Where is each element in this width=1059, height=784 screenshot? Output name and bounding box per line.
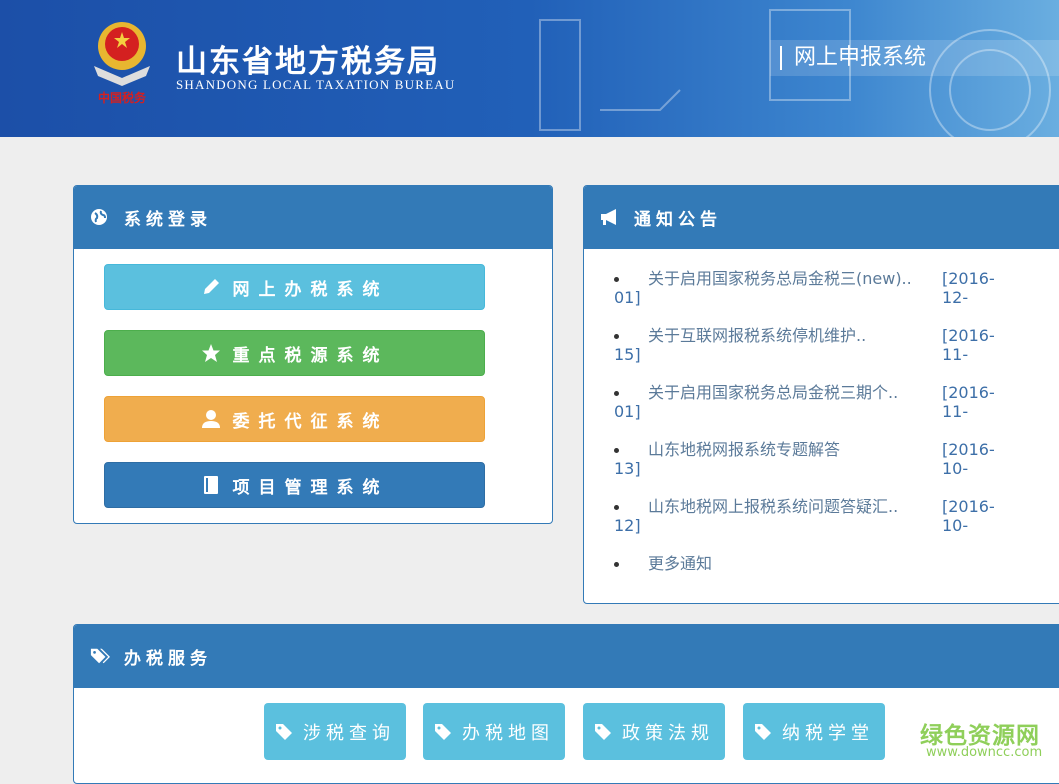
user-icon	[201, 409, 221, 429]
more-notices-link[interactable]: 更多通知	[648, 554, 712, 573]
notice-item[interactable]: 山东地税网报系统专题解答 [2016-10- 13]	[600, 440, 1020, 497]
notice-date-end: 01]	[614, 402, 641, 421]
button-label: 办税地图	[462, 722, 554, 744]
button-label: 项目管理系统	[232, 477, 389, 498]
notices-panel: 通知公告 关于启用国家税务总局金税三(new).. [2016-12- 01] 关于…	[583, 185, 1059, 604]
tag-icon	[275, 723, 293, 741]
bullet	[614, 448, 619, 453]
bullet	[614, 391, 619, 396]
notice-date: [2016-10-	[942, 440, 995, 478]
tag-icon	[434, 723, 452, 741]
notices-panel-header: 通知公告	[584, 186, 1059, 249]
services-panel-title: 办税服务	[124, 649, 212, 669]
notice-date-end: 13]	[614, 459, 641, 478]
notice-date: [2016-11-	[942, 383, 995, 421]
globe-icon	[90, 208, 110, 228]
site-title: 山东省地方税务局	[176, 44, 440, 80]
button-label: 网上办税系统	[232, 279, 389, 300]
notice-date: [2016-10-	[942, 497, 995, 535]
notice-date: [2016-12-	[942, 269, 995, 307]
notice-item[interactable]: 关于启用国家税务总局金税三(new).. [2016-12- 01]	[600, 269, 1020, 326]
bullet	[614, 277, 619, 282]
services-panel-header: 办税服务	[74, 625, 1059, 688]
notice-title[interactable]: 关于启用国家税务总局金税三期个..	[648, 383, 898, 402]
notice-date-end: 12]	[614, 516, 641, 535]
services-panel: 办税服务 涉税查询 办税地图 政策法规 纳税学堂	[73, 624, 1059, 784]
button-label: 重点税源系统	[232, 345, 389, 366]
header: 中国税务 山东省地方税务局 SHANDONG LOCAL TAXATION BU…	[0, 0, 1059, 137]
tax-map-button[interactable]: 办税地图	[423, 703, 565, 760]
tag-icon	[754, 723, 772, 741]
policy-regulations-button[interactable]: 政策法规	[583, 703, 725, 760]
entrusted-collection-button[interactable]: 委托代征系统	[104, 396, 485, 442]
login-panel-title: 系统登录	[124, 210, 212, 230]
notice-date-end: 01]	[614, 288, 641, 307]
megaphone-icon	[600, 208, 620, 228]
login-panel-header: 系统登录	[74, 186, 552, 249]
tax-query-button[interactable]: 涉税查询	[264, 703, 406, 760]
svg-text:中国税务: 中国税务	[98, 90, 147, 105]
star-icon	[201, 343, 221, 363]
system-name: 网上申报系统	[770, 40, 1059, 76]
book-icon	[201, 475, 221, 495]
notice-date: [2016-11-	[942, 326, 995, 364]
button-label: 政策法规	[622, 722, 714, 744]
emblem-logo: 中国税务	[94, 22, 150, 105]
button-label: 涉税查询	[303, 722, 395, 744]
online-tax-button[interactable]: 网上办税系统	[104, 264, 485, 310]
notice-title[interactable]: 关于启用国家税务总局金税三(new)..	[648, 269, 912, 288]
login-panel: 系统登录 网上办税系统 重点税源系统 委托代征系统 项目管理系统	[73, 185, 553, 524]
more-notices-item[interactable]: 更多通知	[600, 554, 1020, 603]
pencil-icon	[201, 277, 221, 297]
notice-item[interactable]: 关于启用国家税务总局金税三期个.. [2016-11- 01]	[600, 383, 1020, 440]
notices-panel-title: 通知公告	[634, 210, 722, 230]
notice-title[interactable]: 关于互联网报税系统停机维护..	[648, 326, 866, 345]
button-label: 纳税学堂	[782, 722, 874, 744]
tax-school-button[interactable]: 纳税学堂	[743, 703, 885, 760]
notice-item[interactable]: 山东地税网上报税系统问题答疑汇.. [2016-10- 12]	[600, 497, 1020, 554]
key-tax-source-button[interactable]: 重点税源系统	[104, 330, 485, 376]
bullet	[614, 334, 619, 339]
button-label: 委托代征系统	[232, 411, 389, 432]
notice-title[interactable]: 山东地税网报系统专题解答	[648, 440, 840, 459]
notice-item[interactable]: 关于互联网报税系统停机维护.. [2016-11- 15]	[600, 326, 1020, 383]
project-management-button[interactable]: 项目管理系统	[104, 462, 485, 508]
bullet	[614, 505, 619, 510]
notice-list: 关于启用国家税务总局金税三(new).. [2016-12- 01] 关于互联网报税…	[584, 249, 1059, 603]
tag-icon	[594, 723, 612, 741]
tags-icon	[90, 647, 110, 667]
notice-title[interactable]: 山东地税网上报税系统问题答疑汇..	[648, 497, 898, 516]
bullet	[614, 562, 619, 567]
notice-date-end: 15]	[614, 345, 641, 364]
watermark-url: www.downcc.com	[926, 745, 1043, 760]
site-subtitle: SHANDONG LOCAL TAXATION BUREAU	[176, 77, 456, 92]
